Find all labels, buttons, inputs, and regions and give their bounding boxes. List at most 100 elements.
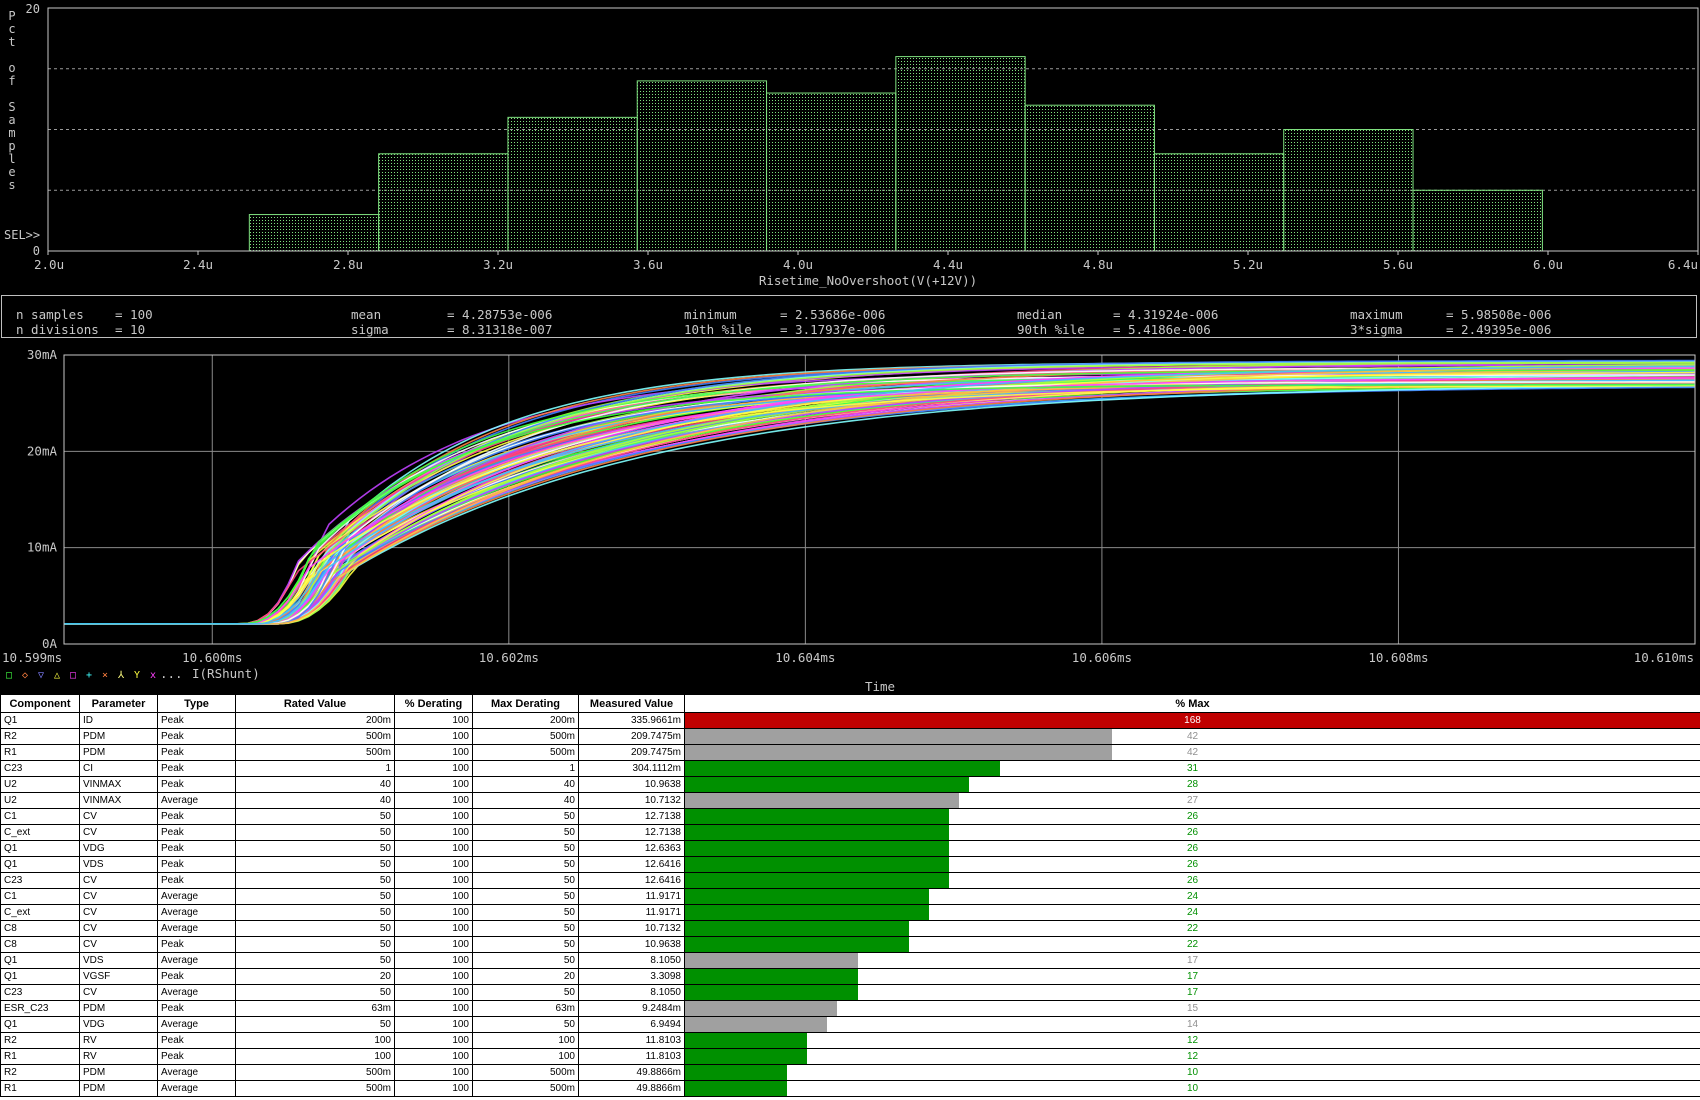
- cell-rated-value: 50: [235, 872, 395, 889]
- table-row[interactable]: Q1 VGSF Peak 20 100 20 3.3098 17: [0, 968, 1700, 985]
- table-row[interactable]: R1 PDM Average 500m 100 500m 49.8866m 10: [0, 1080, 1700, 1097]
- cell-max-derating: 50: [472, 856, 579, 873]
- table-row[interactable]: C23 CV Peak 50 100 50 12.6416 26: [0, 872, 1700, 889]
- cell-component: R2: [0, 1032, 80, 1049]
- cell-component: C8: [0, 920, 80, 937]
- cell-derating: 100: [394, 792, 473, 809]
- cell-derating: 100: [394, 856, 473, 873]
- cell-parameter: VINMAX: [79, 776, 158, 793]
- cell-derating: 100: [394, 1032, 473, 1049]
- pct-max-label: 24: [1186, 891, 1199, 902]
- stat-n-samples-value: = 100: [115, 307, 153, 322]
- statistics-box: n samples = 100 n divisions = 10 mean = …: [1, 295, 1697, 338]
- cell-measured-value: 10.9638: [578, 936, 685, 953]
- cell-pct-max: 10: [684, 1080, 1700, 1097]
- table-row[interactable]: C23 CV Average 50 100 50 8.1050 17: [0, 984, 1700, 1001]
- cell-rated-value: 20: [235, 968, 395, 985]
- legend-marker-icon: Y: [134, 670, 140, 681]
- cell-type: Peak: [157, 776, 236, 793]
- col-header-max-derating[interactable]: Max Derating: [472, 694, 579, 713]
- table-row[interactable]: Q1 VDG Average 50 100 50 6.9494 14: [0, 1016, 1700, 1033]
- histogram-bar: [507, 116, 638, 252]
- histogram-panel: PctofSamples SEL>> 20 0 2.0u 2.4u 2.8u 3.2u…: [0, 0, 1700, 291]
- col-header-type[interactable]: Type: [157, 694, 236, 713]
- stat-median-value: = 4.31924e-006: [1113, 307, 1219, 322]
- histogram-y-tick-top: 20: [26, 2, 40, 16]
- table-row[interactable]: R2 RV Peak 100 100 100 11.8103 12: [0, 1032, 1700, 1049]
- cell-derating: 100: [394, 1016, 473, 1033]
- waveform-x-tick-label: 10.610ms: [1634, 650, 1694, 665]
- table-row[interactable]: C_ext CV Peak 50 100 50 12.7138 26: [0, 824, 1700, 841]
- col-header-component[interactable]: Component: [0, 694, 80, 713]
- cell-pct-max: 26: [684, 840, 1700, 857]
- waveform-legend[interactable]: □ ◇ ▽ △ □ + × ⅄ Yx... I(RShunt): [6, 666, 260, 681]
- cell-pct-max: 26: [684, 872, 1700, 889]
- pct-max-label: 26: [1186, 875, 1199, 886]
- cell-component: C1: [0, 808, 80, 825]
- cell-type: Peak: [157, 1000, 236, 1017]
- histogram-y-axis-label-char: p: [8, 139, 15, 153]
- cell-rated-value: 50: [235, 904, 395, 921]
- cell-pct-max: 17: [684, 984, 1700, 1001]
- col-header-parameter[interactable]: Parameter: [79, 694, 158, 713]
- waveform-chart[interactable]: 30mA 20mA 10mA 0A 10.599ms 10.600ms 10.602ms 1…: [0, 342, 1700, 694]
- table-row[interactable]: C23 CI Peak 1 100 1 304.1112m 31: [0, 760, 1700, 777]
- cell-max-derating: 1: [472, 760, 579, 777]
- table-row[interactable]: Q1 VDS Average 50 100 50 8.1050 17: [0, 952, 1700, 969]
- col-header-pct-max[interactable]: % Max: [684, 694, 1700, 713]
- cell-measured-value: 12.7138: [578, 808, 685, 825]
- cell-parameter: CV: [79, 984, 158, 1001]
- cell-pct-max: 24: [684, 904, 1700, 921]
- cell-measured-value: 12.6416: [578, 872, 685, 889]
- table-row[interactable]: R2 PDM Peak 500m 100 500m 209.7475m 42: [0, 728, 1700, 745]
- cell-component: U2: [0, 792, 80, 809]
- table-row[interactable]: R1 PDM Peak 500m 100 500m 209.7475m 42: [0, 744, 1700, 761]
- cell-component: C8: [0, 936, 80, 953]
- histogram-bar: [378, 153, 509, 252]
- pct-max-label: 168: [1184, 715, 1201, 726]
- table-row[interactable]: R1 RV Peak 100 100 100 11.8103 12: [0, 1048, 1700, 1065]
- cell-derating: 100: [394, 888, 473, 905]
- table-row[interactable]: U2 VINMAX Average 40 100 40 10.7132 27: [0, 792, 1700, 809]
- cell-rated-value: 100: [235, 1032, 395, 1049]
- pct-max-label: 26: [1186, 859, 1199, 870]
- pct-max-label: 24: [1186, 907, 1199, 918]
- histogram-x-tick-label: 2.0u: [34, 257, 64, 272]
- pct-max-label: 15: [1186, 1003, 1199, 1014]
- cell-measured-value: 209.7475m: [578, 728, 685, 745]
- table-header-row: Component Parameter Type Rated Value % D…: [0, 694, 1700, 713]
- table-row[interactable]: U2 VINMAX Peak 40 100 40 10.9638 28: [0, 776, 1700, 793]
- cell-max-derating: 40: [472, 792, 579, 809]
- pct-max-label: 42: [1186, 747, 1199, 758]
- histogram-chart[interactable]: PctofSamples SEL>> 20 0 2.0u 2.4u 2.8u 3.2u…: [0, 0, 1700, 291]
- table-row[interactable]: Q1 VDS Peak 50 100 50 12.6416 26: [0, 856, 1700, 873]
- cell-pct-max: 42: [684, 728, 1700, 745]
- col-header-rated-value[interactable]: Rated Value: [235, 694, 395, 713]
- legend-trace-label[interactable]: I(RShunt): [192, 666, 260, 681]
- col-header-derating[interactable]: % Derating: [394, 694, 473, 713]
- table-row[interactable]: C1 CV Peak 50 100 50 12.7138 26: [0, 808, 1700, 825]
- col-header-measured-value[interactable]: Measured Value: [578, 694, 685, 713]
- table-row[interactable]: C8 CV Average 50 100 50 10.7132 22: [0, 920, 1700, 937]
- table-row[interactable]: C8 CV Peak 50 100 50 10.9638 22: [0, 936, 1700, 953]
- cell-type: Peak: [157, 840, 236, 857]
- cell-parameter: CV: [79, 808, 158, 825]
- histogram-x-tick-label: 2.8u: [333, 257, 363, 272]
- cell-rated-value: 500m: [235, 1080, 395, 1097]
- histogram-y-axis-label-char: t: [8, 35, 15, 49]
- stat-mean-value: = 4.28753e-006: [447, 307, 553, 322]
- cell-type: Peak: [157, 728, 236, 745]
- table-row[interactable]: Q1 ID Peak 200m 100 200m 335.9661m 168: [0, 712, 1700, 729]
- cell-pct-max: 27: [684, 792, 1700, 809]
- table-row[interactable]: C1 CV Average 50 100 50 11.9171 24: [0, 888, 1700, 905]
- table-row[interactable]: ESR_C23 PDM Peak 63m 100 63m 9.2484m 15: [0, 1000, 1700, 1017]
- table-row[interactable]: C_ext CV Average 50 100 50 11.9171 24: [0, 904, 1700, 921]
- cell-type: Peak: [157, 744, 236, 761]
- cell-measured-value: 10.9638: [578, 776, 685, 793]
- cell-pct-max: 15: [684, 1000, 1700, 1017]
- cell-type: Peak: [157, 824, 236, 841]
- cell-type: Average: [157, 888, 236, 905]
- table-row[interactable]: Q1 VDG Peak 50 100 50 12.6363 26: [0, 840, 1700, 857]
- cell-pct-max: 17: [684, 968, 1700, 985]
- table-row[interactable]: R2 PDM Average 500m 100 500m 49.8866m 10: [0, 1064, 1700, 1081]
